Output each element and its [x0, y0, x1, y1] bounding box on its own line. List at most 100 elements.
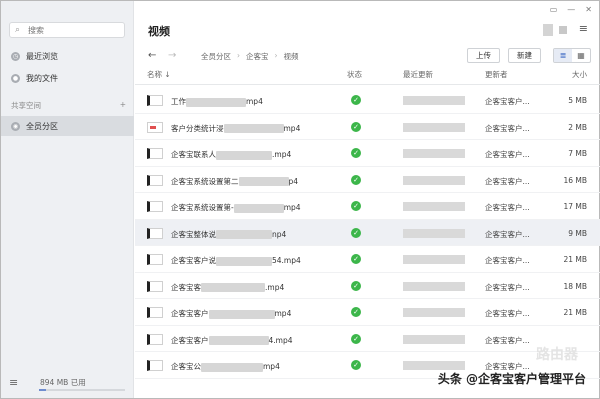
file-name-end: .mp4 [265, 282, 285, 292]
redacted-text [208, 336, 269, 345]
synced-check-icon: ✓ [351, 360, 361, 370]
file-name[interactable]: 企客宝客户 mp4 [171, 308, 291, 319]
sidebar-item-recent[interactable]: ◷ 最近浏览 [1, 46, 134, 66]
search-input[interactable] [28, 25, 118, 35]
updater: 企客宝客户... [485, 176, 530, 186]
file-name[interactable]: 企客宝系统设置第二 p4 [171, 176, 298, 187]
column-modified[interactable]: 最近更新 [403, 69, 433, 80]
updater: 企客宝客户... [485, 256, 530, 265]
close-icon[interactable]: ✕ [585, 5, 592, 14]
window-controls: ▭ — ✕ [550, 5, 592, 14]
file-size: 16 MB [563, 175, 587, 185]
table-row[interactable]: 企客宝系统设置第二 p4 ✓ 企客宝客户... 16 MB [135, 167, 600, 193]
video-file-icon [147, 333, 163, 345]
toolbar: ← → 全员分区 › 企客宝 › 视频 上传 新建 ≣ ▦ [135, 46, 600, 66]
add-space-button[interactable]: + [120, 100, 126, 111]
updater: 企客宝客户... [485, 309, 530, 318]
forward-icon[interactable]: → [168, 50, 176, 61]
redacted-text [216, 256, 272, 266]
file-name[interactable]: 企客宝客 .mp4 [171, 282, 284, 293]
table-row[interactable]: 企客宝客户说 54.mp4 ✓ 企客宝客户... 21 MB [135, 246, 600, 273]
back-icon[interactable]: ← [148, 50, 156, 61]
new-button[interactable]: 新建 [508, 48, 541, 63]
redacted-text [223, 124, 284, 133]
minimize-icon[interactable]: — [567, 5, 575, 14]
breadcrumb-separator: › [274, 51, 278, 60]
table-row[interactable]: 客户分类统计浸 mp4 ✓ 企客宝客户... 2 MB [135, 114, 600, 140]
breadcrumb-separator: › [237, 51, 240, 60]
table-row[interactable]: 工作 mp4 ✓ 企客宝客户... 5 MB [135, 87, 600, 114]
breadcrumb-item[interactable]: 视频 [284, 51, 299, 62]
file-name-end: 54.mp4 [272, 256, 301, 265]
file-name-end: mp4 [283, 123, 301, 133]
table-row[interactable]: 企客宝客户 mp4 ✓ 企客宝客户... 21 MB [135, 299, 600, 326]
grid-view-icon[interactable]: ▦ [572, 49, 590, 62]
breadcrumb-item[interactable]: 全员分区 [201, 51, 231, 62]
list-view-icon[interactable]: ≣ [554, 49, 572, 62]
main-panel: ▭ — ✕ 视频 ≡ ← → 全员分区 › 企客宝 › 视频 上传 新建 ≣ ▦… [135, 1, 600, 398]
file-name-end: mp4 [274, 309, 292, 318]
redacted-modified-time [403, 228, 465, 238]
file-size: 5 MB [568, 96, 587, 105]
file-name-start: 企客宝客户 [171, 309, 209, 318]
video-file-icon [147, 201, 163, 212]
file-name[interactable]: 企客宝联系人 .mp4 [171, 149, 291, 160]
file-name[interactable]: 客户分类统计浸 mp4 [171, 123, 300, 134]
file-name-start: 企客宝客户说 [171, 256, 216, 265]
column-status[interactable]: 状态 [347, 69, 362, 80]
file-name[interactable]: 企客宝整体说 np4 [171, 229, 286, 240]
synced-check-icon: ✓ [351, 121, 361, 132]
redacted-text [238, 177, 289, 186]
file-size: 9 MB [568, 228, 587, 238]
synced-check-icon: ✓ [351, 174, 361, 185]
redacted-modified-time [403, 281, 465, 291]
file-name[interactable]: 工作 mp4 [171, 96, 263, 107]
redacted-modified-time [403, 149, 465, 158]
shared-space-label[interactable]: 共享空间 [11, 100, 41, 111]
updater: 企客宝客户... [485, 335, 530, 345]
file-size: 7 MB [568, 149, 587, 158]
table-row[interactable]: 企客宝整体说 np4 ✓ 企客宝客户... 9 MB [135, 219, 600, 246]
table-row[interactable]: 企客宝联系人 .mp4 ✓ 企客宝客户... 7 MB [135, 140, 600, 167]
file-name-end: 4.mp4 [268, 335, 293, 345]
file-name[interactable]: 企客宝系统设置第-mp4 [171, 202, 301, 213]
menu-icon[interactable]: ≡ [9, 376, 25, 389]
updater: 企客宝客户... [485, 282, 530, 292]
redacted-modified-time [403, 175, 465, 185]
video-file-icon [147, 254, 163, 265]
sidebar-item-all-members[interactable]: ◉ 全员分区 [1, 116, 134, 136]
redacted-text [216, 150, 272, 160]
redacted-modified-time [403, 122, 465, 132]
search-icon: ⌕ [15, 24, 21, 35]
table-row[interactable]: 企客宝系统设置第-mp4 ✓ 企客宝客户... 17 MB [135, 193, 600, 220]
upload-button[interactable]: 上传 [467, 48, 500, 63]
user-icon: ● [11, 73, 20, 83]
table-row[interactable]: 企客宝客 .mp4 ✓ 企客宝客户... 18 MB [135, 273, 600, 299]
file-name-start: 企客宝系统设置第二 [171, 176, 239, 186]
video-file-icon [147, 307, 163, 318]
table-row[interactable]: 企客宝客户 4.mp4 ✓ 企客宝客户... [135, 326, 600, 352]
watermark-text: 头条 @企客宝客户管理平台 [437, 372, 586, 386]
file-size: 21 MB [563, 255, 587, 264]
redacted-text [186, 97, 246, 107]
column-updater[interactable]: 更新者 [485, 69, 508, 80]
menu-icon[interactable]: ≡ [579, 22, 588, 35]
file-name[interactable]: 企客宝公 mp4 [171, 361, 280, 372]
restore-icon[interactable]: ▭ [550, 5, 558, 14]
video-file-icon [147, 360, 163, 371]
redacted-modified-time [403, 202, 465, 211]
file-name-start: 企客宝联系人 [171, 150, 216, 159]
synced-check-icon: ✓ [351, 95, 361, 105]
file-name[interactable]: 企客宝客户说 54.mp4 [171, 255, 301, 266]
breadcrumb-item[interactable]: 企客宝 [246, 51, 269, 62]
search-box[interactable]: ⌕ [9, 22, 125, 38]
synced-check-icon: ✓ [351, 227, 361, 238]
column-name[interactable]: 名称 ↓ [147, 69, 171, 80]
sidebar-item-my-files[interactable]: ● 我的文件 [1, 68, 134, 88]
avatar[interactable] [543, 24, 553, 36]
user-indicator[interactable] [559, 26, 567, 34]
column-size[interactable]: 大小 [572, 69, 587, 80]
redacted-text [208, 309, 275, 319]
file-name[interactable]: 企客宝客户 4.mp4 [171, 335, 293, 346]
file-size: 2 MB [568, 122, 587, 132]
